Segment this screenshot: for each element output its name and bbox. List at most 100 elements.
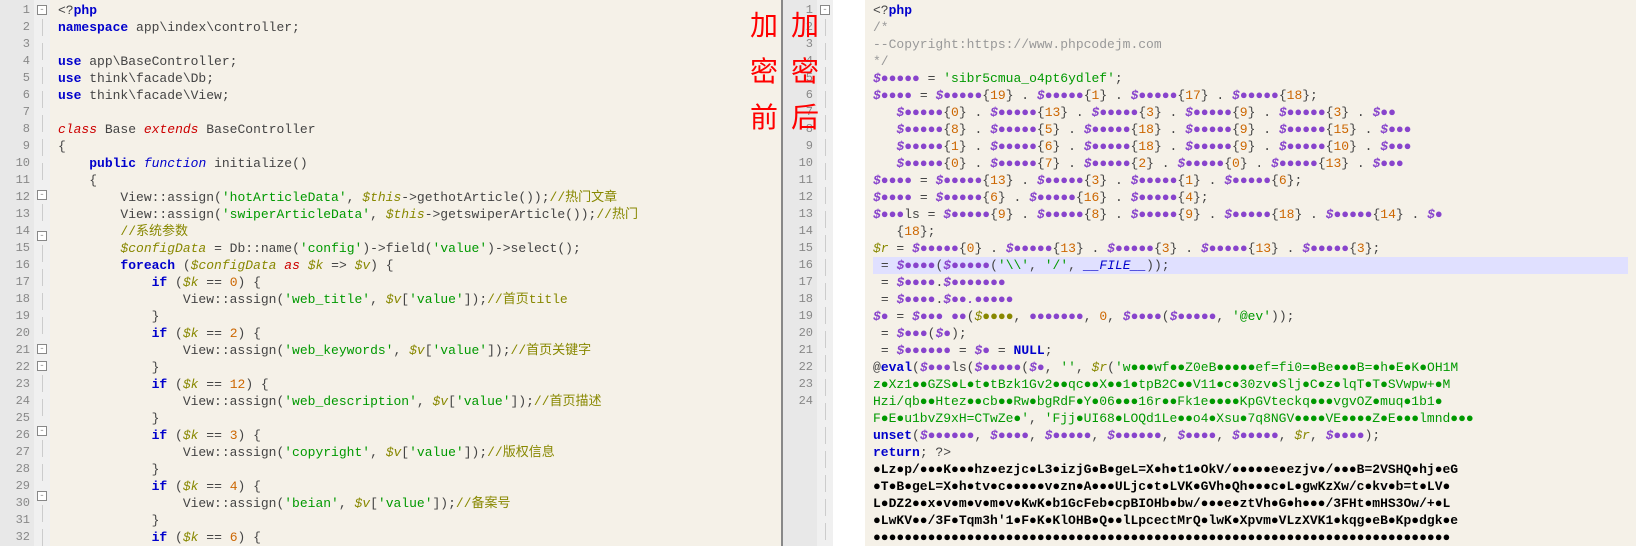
code-line[interactable]: = $●●●●.$●●●●●●●	[873, 274, 1628, 291]
code-line[interactable]: $●●●●● = 'sibr5cmua_o4pt6ydlef';	[873, 70, 1628, 87]
code-line[interactable]: /*	[873, 19, 1628, 36]
code-line[interactable]: }	[58, 308, 773, 325]
code-line[interactable]: $●●●●●{1} . $●●●●●{6} . $●●●●●{18} . $●●…	[873, 138, 1628, 155]
code-line[interactable]: @eval($●●●ls($●●●●●($●, '', $r('w●●●wf●●…	[873, 359, 1628, 376]
code-line[interactable]: return; ?>	[873, 444, 1628, 461]
code-line[interactable]: --Copyright:https://www.phpcodejm.com	[873, 36, 1628, 53]
code-line[interactable]: = $●●●●.$●●.●●●●●	[873, 291, 1628, 308]
line-number: 27	[0, 444, 30, 461]
code-line[interactable]: View::assign('web_description', $v['valu…	[58, 393, 773, 410]
fold-gutter-right: -	[817, 0, 833, 546]
fold-marker	[34, 19, 50, 43]
code-line[interactable]: ●●●●●●●●●●●●●●●●●●●●●●●●●●●●●●●●●●●●●●●●…	[873, 529, 1628, 546]
code-line[interactable]: $●●●● = $●●●●●{19} . $●●●●●{1} . $●●●●●{…	[873, 87, 1628, 104]
code-line[interactable]: $●●●●●{8} . $●●●●●{5} . $●●●●●{18} . $●●…	[873, 121, 1628, 138]
code-line[interactable]: */	[873, 53, 1628, 70]
code-line[interactable]: }	[58, 512, 773, 529]
code-line[interactable]: if ($k == 4) {	[58, 478, 773, 495]
code-line[interactable]: $●●●●●{0} . $●●●●●{13} . $●●●●●{3} . $●●…	[873, 104, 1628, 121]
code-line[interactable]: View::assign('copyright', $v['value']);/…	[58, 444, 773, 461]
fold-marker	[34, 440, 50, 464]
fold-marker	[34, 293, 50, 317]
code-line[interactable]: View::assign('beian', $v['value']);//备案号	[58, 495, 773, 512]
line-number: 20	[783, 325, 813, 342]
code-line[interactable]: }	[58, 410, 773, 427]
code-line[interactable]: View::assign('web_title', $v['value']);/…	[58, 291, 773, 308]
line-number: 15	[783, 240, 813, 257]
code-line[interactable]: if ($k == 12) {	[58, 376, 773, 393]
code-line[interactable]: foreach ($configData as $k => $v) {	[58, 257, 773, 274]
code-line[interactable]: public function initialize()	[58, 155, 773, 172]
code-line[interactable]: {	[58, 138, 773, 155]
fold-marker	[817, 67, 833, 91]
line-number: 6	[0, 87, 30, 104]
fold-marker[interactable]: -	[34, 228, 50, 245]
code-line[interactable]: View::assign('swiperArticleData', $this-…	[58, 206, 773, 223]
code-line[interactable]: namespace app\index\controller;	[58, 19, 773, 36]
code-line[interactable]: F●E●u1bvZ9xH=CTwZe●', 'Fjj●UI68●LOQd1Le●…	[873, 410, 1628, 427]
code-line[interactable]: class Base extends BaseController	[58, 121, 773, 138]
fold-marker[interactable]: -	[34, 488, 50, 505]
code-line[interactable]	[58, 36, 773, 53]
code-line[interactable]: <?php	[58, 2, 773, 19]
code-line[interactable]: $● = $●●● ●●($●●●●, ●●●●●●●, 0, $●●●●($●…	[873, 308, 1628, 325]
code-line[interactable]: $●●●● = $●●●●●{6} . $●●●●●{16} . $●●●●●{…	[873, 189, 1628, 206]
code-line[interactable]: if ($k == 6) {	[58, 529, 773, 546]
fold-marker[interactable]: -	[34, 423, 50, 440]
fold-marker[interactable]: -	[34, 341, 50, 358]
code-line[interactable]: = $●●●●($●●●●●('\\', '/', __FILE__));	[873, 257, 1628, 274]
code-line[interactable]: <?php	[873, 2, 1628, 19]
fold-marker[interactable]: -	[34, 2, 50, 19]
code-line[interactable]	[58, 104, 773, 121]
code-line[interactable]: use think\facade\View;	[58, 87, 773, 104]
code-line[interactable]: L●DZ2●●x●v●m●v●m●v●KwK●b1GcFeb●cpBIOHb●b…	[873, 495, 1628, 512]
code-panel-after: 加 密 后 1234567891011121314151617181920212…	[783, 0, 1636, 546]
fold-marker[interactable]: -	[817, 2, 833, 19]
line-number: 10	[783, 155, 813, 172]
code-line[interactable]: use app\BaseController;	[58, 53, 773, 70]
code-line[interactable]: View::assign('web_keywords', $v['value']…	[58, 342, 773, 359]
line-number: 14	[783, 223, 813, 240]
fold-marker	[817, 139, 833, 163]
fold-marker	[817, 403, 833, 427]
code-area-right[interactable]: <?php/*--Copyright:https://www.phpcodejm…	[865, 0, 1636, 546]
code-line[interactable]: $●●●●●{0} . $●●●●●{7} . $●●●●●{2} . $●●●…	[873, 155, 1628, 172]
fold-marker	[817, 211, 833, 235]
line-number: 19	[0, 308, 30, 325]
fold-marker	[34, 91, 50, 115]
code-line[interactable]: = $●●●●●● = $● = NULL;	[873, 342, 1628, 359]
code-line[interactable]: //系统参数	[58, 223, 773, 240]
fold-marker	[817, 19, 833, 43]
fold-marker[interactable]: -	[34, 187, 50, 204]
fold-marker	[817, 427, 833, 451]
code-line[interactable]: }	[58, 461, 773, 478]
code-line[interactable]: $●●●● = $●●●●●{13} . $●●●●●{3} . $●●●●●{…	[873, 172, 1628, 189]
fold-marker	[817, 283, 833, 307]
code-line[interactable]: $●●●ls = $●●●●●{9} . $●●●●●{8} . $●●●●●{…	[873, 206, 1628, 223]
code-line[interactable]: use think\facade\Db;	[58, 70, 773, 87]
fold-gutter-left: ----------	[34, 0, 50, 546]
code-line[interactable]: Hzi/qb●●Htez●●cb●●Rw●bgRdF●Y●06●●●16r●●F…	[873, 393, 1628, 410]
code-line[interactable]: }	[58, 359, 773, 376]
fold-marker	[34, 399, 50, 423]
line-number: 28	[0, 461, 30, 478]
code-line[interactable]: ●LwKV●●/3F●Tqm3h'1●F●K●KlOHB●Q●●lLpcectM…	[873, 512, 1628, 529]
code-line[interactable]: {18};	[873, 223, 1628, 240]
code-line[interactable]: z●Xz1●●GZS●L●t●tBzk1Gv2●●qc●●X●●1●tpB2C●…	[873, 376, 1628, 393]
line-number: 18	[783, 291, 813, 308]
code-line[interactable]: if ($k == 0) {	[58, 274, 773, 291]
code-line[interactable]: ●T●B●geL=X●h●tv●c●●●●●v●zn●A●●●ULjc●t●LV…	[873, 478, 1628, 495]
code-line[interactable]: View::assign('hotArticleData', $this->ge…	[58, 189, 773, 206]
code-line[interactable]: $configData = Db::name('config')->field(…	[58, 240, 773, 257]
code-line[interactable]: unset($●●●●●●, $●●●●, $●●●●●, $●●●●●●, $…	[873, 427, 1628, 444]
code-line[interactable]: = $●●●($●);	[873, 325, 1628, 342]
fold-marker[interactable]: -	[34, 358, 50, 375]
code-area-left[interactable]: <?phpnamespace app\index\controller; use …	[50, 0, 781, 546]
code-line[interactable]: $r = $●●●●●{0} . $●●●●●{13} . $●●●●●{3} …	[873, 240, 1628, 257]
code-line[interactable]: ●Lz●p/●●●K●●●hz●ezjc●L3●izjG●B●geL=X●h●t…	[873, 461, 1628, 478]
fold-marker	[34, 139, 50, 163]
code-line[interactable]: if ($k == 2) {	[58, 325, 773, 342]
code-line[interactable]: {	[58, 172, 773, 189]
line-number: 1	[0, 2, 30, 19]
code-line[interactable]: if ($k == 3) {	[58, 427, 773, 444]
